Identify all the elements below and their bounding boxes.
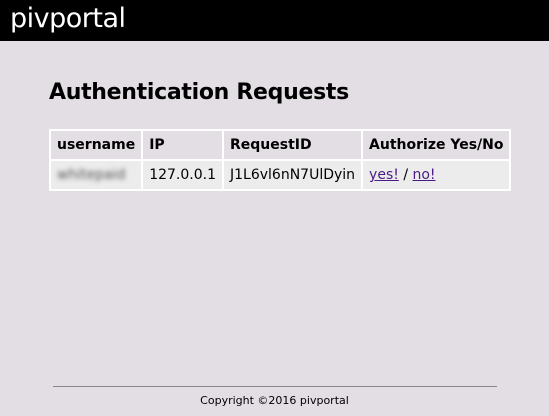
top-navbar: pivportal xyxy=(0,0,549,41)
cell-request-id: J1L6vl6nN7UlDyin xyxy=(221,159,364,191)
column-header-username: username xyxy=(48,129,144,161)
cell-ip: 127.0.0.1 xyxy=(141,159,224,191)
column-header-request-id: RequestID xyxy=(221,129,364,161)
authorize-no-link[interactable]: no! xyxy=(412,167,435,183)
footer-divider xyxy=(53,386,497,387)
brand-logo[interactable]: pivportal xyxy=(10,2,126,36)
cell-username: whitepaid xyxy=(48,159,144,191)
page-title: Authentication Requests xyxy=(49,80,349,105)
copyright-text: Copyright ©2016 pivportal xyxy=(200,394,349,407)
column-header-authorize: Authorize Yes/No xyxy=(361,129,512,161)
authorize-separator: / xyxy=(403,167,409,183)
table-header-row: username IP RequestID Authorize Yes/No xyxy=(48,129,512,161)
requests-table: username IP RequestID Authorize Yes/No w… xyxy=(48,129,512,191)
authorize-yes-link[interactable]: yes! xyxy=(369,167,399,183)
table-row: whitepaid 127.0.0.1 J1L6vl6nN7UlDyin yes… xyxy=(48,159,512,191)
column-header-ip: IP xyxy=(141,129,224,161)
username-value-redacted: whitepaid xyxy=(57,167,126,183)
cell-authorize: yes! / no! xyxy=(361,159,512,191)
